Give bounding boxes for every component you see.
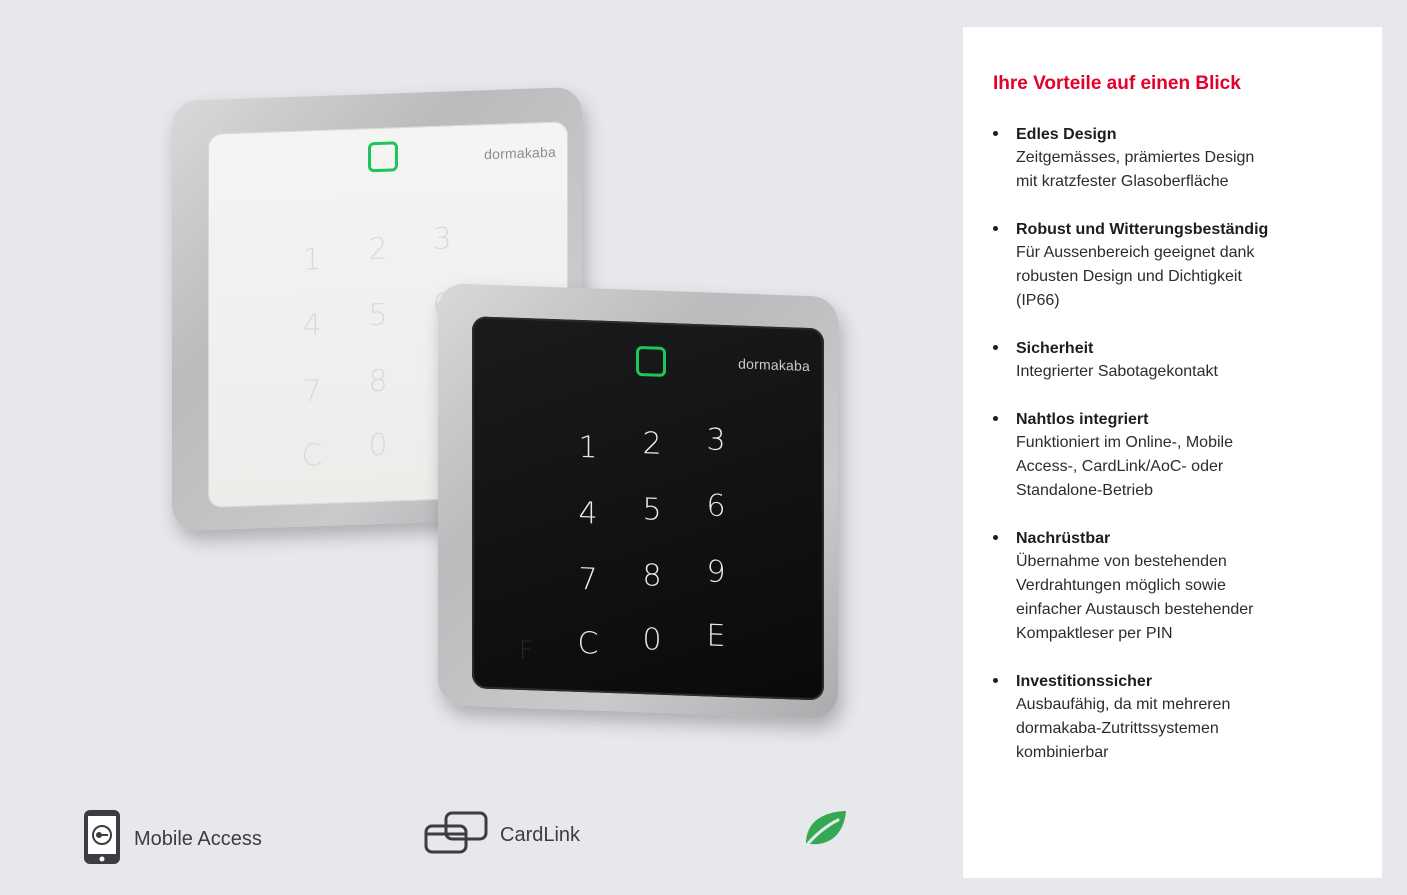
key: 3 — [432, 221, 452, 258]
list-item: Sicherheit Integrierter Sabotagekontakt — [991, 337, 1371, 384]
benefit-title: Robust und Witterungsbeständig — [1016, 221, 1269, 238]
key: 6 — [706, 488, 726, 525]
panel-title: Ihre Vorteile auf einen Blick — [993, 73, 1241, 94]
feature-label: CardLink — [500, 824, 581, 846]
key: 5 — [368, 297, 388, 334]
key: E — [706, 618, 726, 655]
list-item: Nachrüstbar Übernahme von bestehenden Ve… — [991, 527, 1371, 646]
benefit-text: Funktioniert im Online-, Mobile Access-,… — [1016, 434, 1233, 499]
benefit-title: Nahtlos integriert — [1016, 411, 1149, 428]
benefit-text: Ausbaufähig, da mit mehreren dormakaba-Z… — [1016, 696, 1231, 761]
key-f: F — [519, 635, 533, 665]
benefit-title: Sicherheit — [1016, 340, 1094, 357]
brand-logo: dormakaba — [484, 143, 556, 163]
list-item: Robust und Witterungsbeständig Für Ausse… — [991, 218, 1371, 313]
key: 4 — [578, 495, 598, 532]
smartphone-icon — [82, 808, 122, 871]
benefit-text: Übernahme von bestehenden Verdrahtungen … — [1016, 553, 1254, 642]
black-keypad-reader: dormakaba 1 2 3 4 5 6 7 8 9 C 0 E F — [438, 283, 838, 719]
list-item: Investitionssicher Ausbaufähig, da mit m… — [991, 670, 1371, 765]
feature-label: Mobile Access — [134, 828, 262, 850]
key: 8 — [368, 363, 388, 400]
benefits-list: Edles Design Zeitgemässes, prämiertes De… — [991, 123, 1371, 789]
feature-cardlink: CardLink — [424, 810, 580, 861]
feature-mobile-access: Mobile Access — [82, 808, 262, 871]
list-item: Edles Design Zeitgemässes, prämiertes De… — [991, 123, 1371, 194]
benefit-title: Edles Design — [1016, 126, 1117, 143]
benefit-text: Integrierter Sabotagekontakt — [1016, 363, 1218, 380]
benefit-text: Zeitgemässes, prämiertes Design mit krat… — [1016, 149, 1255, 190]
black-keypad-face: dormakaba 1 2 3 4 5 6 7 8 9 C 0 E F — [472, 316, 824, 701]
key: 2 — [368, 231, 388, 268]
key: 3 — [706, 422, 726, 459]
feature-sustainability — [802, 808, 848, 853]
key: 5 — [642, 492, 662, 528]
key: 4 — [302, 307, 322, 344]
reader-led-icon — [636, 345, 666, 377]
key: C — [577, 625, 599, 662]
list-item: Nahtlos integriert Funktioniert im Onlin… — [991, 408, 1371, 503]
cardlink-icon — [424, 810, 488, 861]
key: 2 — [642, 426, 662, 462]
benefit-title: Investitionssicher — [1016, 673, 1153, 690]
benefit-text: Für Aussenbereich geeignet dank robusten… — [1016, 244, 1255, 309]
key: 8 — [642, 558, 662, 594]
key: 7 — [578, 561, 598, 598]
product-image: dormakaba 1 2 3 4 5 6 7 8 C 0 dormakaba … — [140, 70, 860, 730]
benefit-title: Nachrüstbar — [1016, 530, 1111, 547]
key: 0 — [368, 427, 388, 464]
key: 9 — [706, 554, 726, 591]
key: C — [301, 437, 323, 474]
reader-led-icon — [368, 141, 398, 173]
leaf-icon — [802, 808, 848, 853]
key: 1 — [302, 241, 322, 278]
benefits-panel: Ihre Vorteile auf einen Blick Edles Desi… — [963, 27, 1382, 878]
brand-logo: dormakaba — [738, 355, 810, 375]
key: 7 — [302, 373, 322, 410]
key: 0 — [642, 622, 662, 658]
key: 1 — [578, 429, 598, 466]
